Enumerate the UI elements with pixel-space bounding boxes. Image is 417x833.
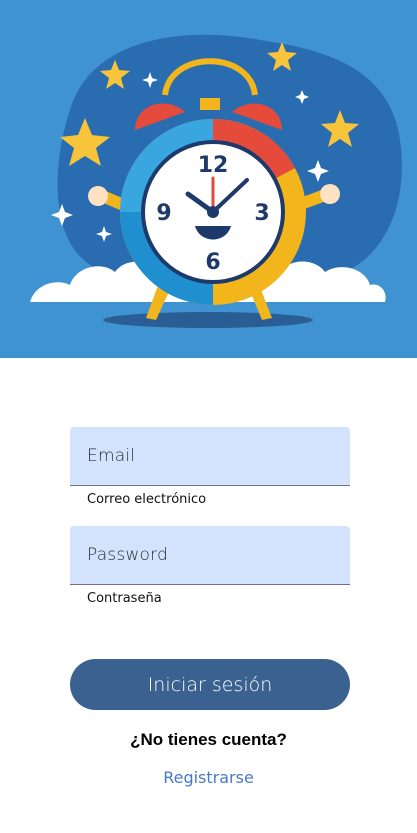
login-button[interactable]: Iniciar sesión bbox=[70, 659, 350, 710]
clock-number-6: 6 bbox=[205, 250, 220, 275]
password-helper-text: Contraseña bbox=[87, 591, 162, 606]
alarm-clock-illustration: 12 3 6 9 bbox=[0, 0, 417, 358]
clock-number-12: 12 bbox=[198, 153, 229, 178]
email-field-label: Email bbox=[87, 446, 136, 466]
signup-question: ¿No tienes cuenta? bbox=[130, 730, 287, 749]
password-field[interactable]: Password bbox=[70, 526, 350, 585]
register-link[interactable]: Registrarse bbox=[0, 768, 417, 787]
clock-number-9: 9 bbox=[156, 201, 171, 226]
email-helper-text: Correo electrónico bbox=[87, 492, 207, 507]
login-screen: 12 3 6 9 Email Correo electrónico Passwo… bbox=[0, 0, 417, 833]
clock-number-3: 3 bbox=[254, 201, 269, 226]
email-field[interactable]: Email bbox=[70, 427, 350, 486]
password-field-label: Password bbox=[87, 545, 169, 565]
hero-banner: 12 3 6 9 bbox=[0, 0, 417, 358]
